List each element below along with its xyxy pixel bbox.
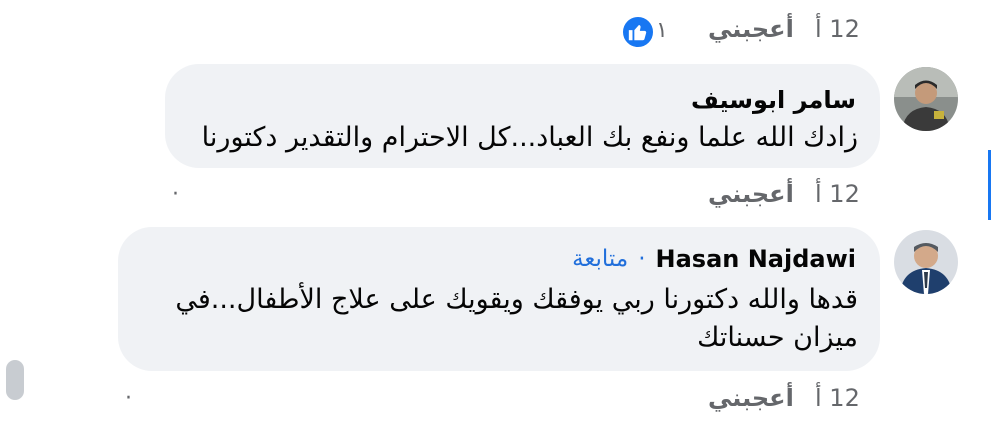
comment-text-samer: زادك الله علما ونفع بك العباد...كل الاحت… xyxy=(201,122,858,153)
avatar-samer[interactable] xyxy=(894,67,958,131)
meta-separator: · xyxy=(172,182,179,207)
comment-author-hasan[interactable]: Hasan Najdawi xyxy=(656,245,856,273)
comment-header-hasan: Hasan Najdawi · متابعة xyxy=(572,245,856,273)
like-button-samer[interactable]: أعجبني xyxy=(708,180,794,208)
comment-bubble-samer: سامر ابوسيف زادك الله علما ونفع بك العبا… xyxy=(165,64,880,168)
comment-bubble-hasan: Hasan Najdawi · متابعة قدها والله دكتورن… xyxy=(118,227,880,371)
edge-indicator xyxy=(988,150,991,220)
comment-text-hasan: قدها والله دكتورنا ربي يوفقك ويقويك على … xyxy=(175,284,858,353)
top-reaction-count: ١ xyxy=(656,18,668,43)
follow-link[interactable]: متابعة xyxy=(572,246,628,272)
avatar-hasan[interactable] xyxy=(894,230,958,294)
separator-dot: · xyxy=(638,246,646,272)
like-button-hasan[interactable]: أعجبني xyxy=(708,384,794,412)
like-thumb-icon[interactable] xyxy=(621,15,655,49)
top-like-button[interactable]: أعجبني xyxy=(708,15,794,43)
scrollbar-handle[interactable] xyxy=(6,360,24,400)
comment-author-samer[interactable]: سامر ابوسيف xyxy=(691,86,856,114)
top-comment-time[interactable]: 12 أ xyxy=(815,15,860,43)
meta-separator: · xyxy=(125,386,132,411)
comment-time-samer[interactable]: 12 أ xyxy=(815,180,860,208)
comment-time-hasan[interactable]: 12 أ xyxy=(815,384,860,412)
